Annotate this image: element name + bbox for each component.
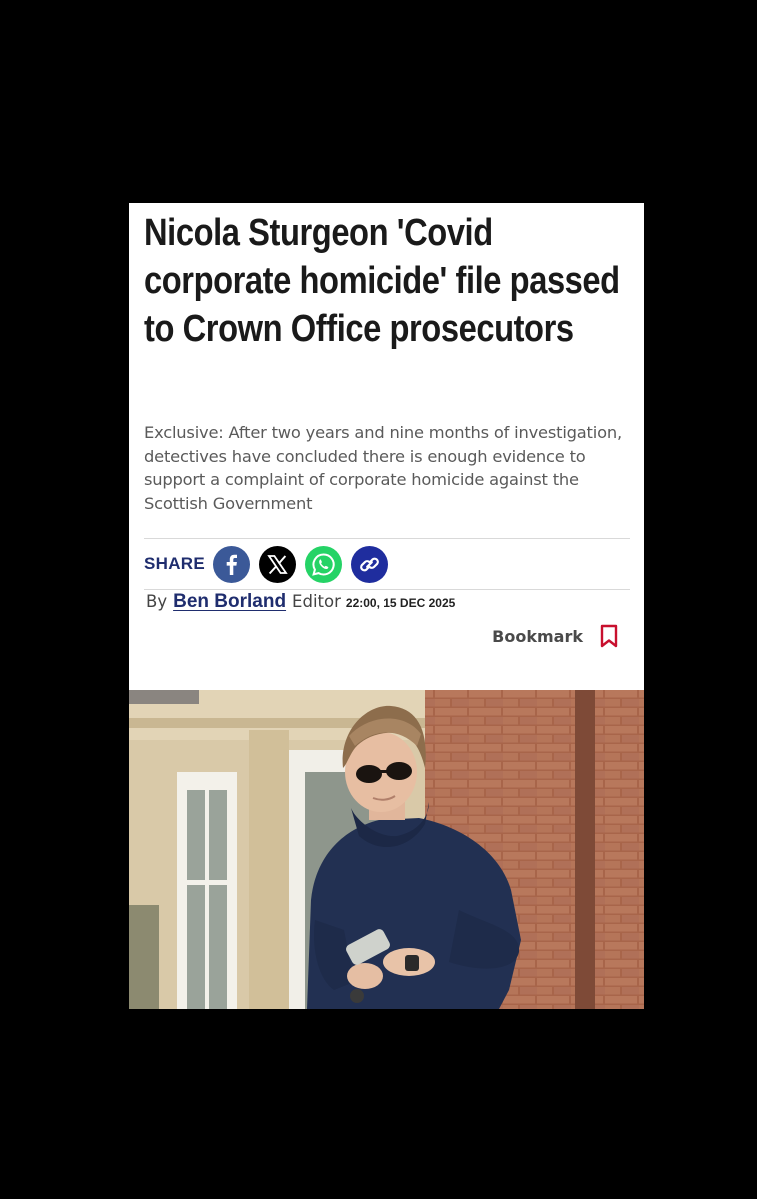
lead-photo-illustration	[129, 690, 644, 1009]
article-lead-photo	[129, 690, 644, 1009]
byline: By Ben Borland Editor 22:00, 15 DEC 2025	[146, 591, 455, 617]
article-header-card: Nicola Sturgeon 'Covid corporate homicid…	[129, 203, 644, 690]
author-link[interactable]: Ben Borland	[173, 591, 286, 613]
share-bar: SHARE	[144, 545, 397, 583]
x-icon	[267, 554, 288, 574]
article-headline: Nicola Sturgeon 'Covid corporate homicid…	[144, 212, 620, 350]
screen: Nicola Sturgeon 'Covid corporate homicid…	[0, 0, 757, 1199]
whatsapp-icon	[312, 552, 335, 576]
article-standfirst: Exclusive: After two years and nine mont…	[144, 423, 622, 513]
share-label: SHARE	[144, 554, 206, 573]
whatsapp-share-button[interactable]	[305, 545, 343, 583]
bookmark-icon	[600, 624, 618, 648]
byline-prefix: By	[146, 592, 168, 611]
link-icon	[360, 557, 379, 571]
divider	[144, 538, 630, 539]
facebook-share-button[interactable]	[213, 545, 251, 583]
facebook-icon	[226, 554, 238, 575]
author-role: Editor	[292, 592, 341, 611]
copy-link-button[interactable]	[351, 545, 389, 583]
bookmark-label: Bookmark	[492, 626, 583, 646]
x-share-button[interactable]	[259, 545, 297, 583]
publish-timestamp: 22:00, 15 DEC 2025	[345, 596, 456, 610]
divider	[144, 589, 630, 590]
bookmark-button[interactable]: Bookmark	[492, 624, 618, 648]
